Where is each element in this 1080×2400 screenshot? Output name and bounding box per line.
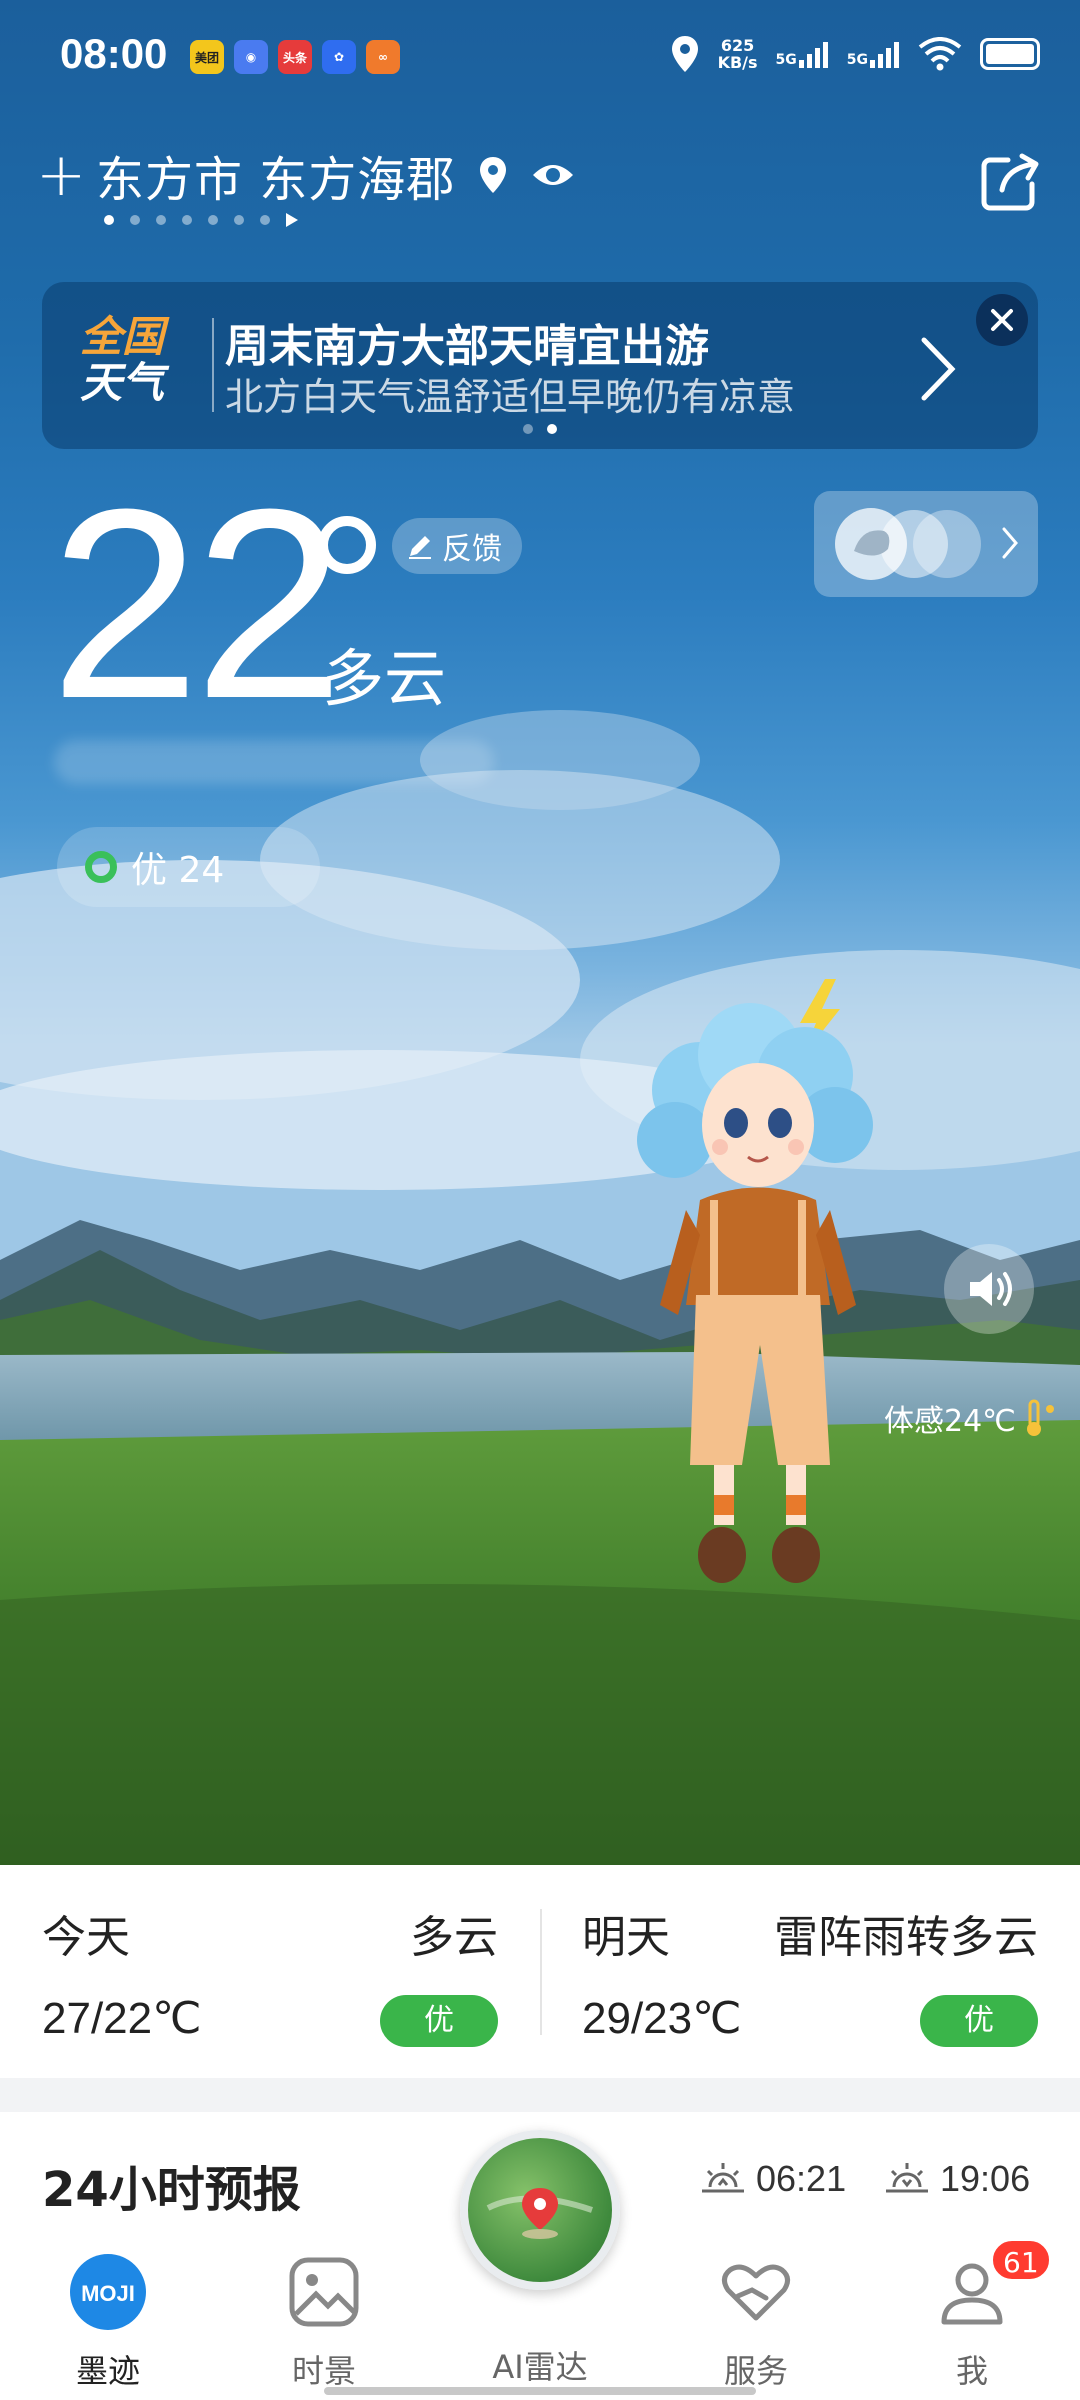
thermometer-sun-icon (1026, 1399, 1054, 1436)
day-temperature-range: 29/23℃ (582, 1994, 742, 2043)
banner-subtitle: 北方白天气温舒适但早晚仍有凉意 (225, 375, 796, 419)
national-weather-logo: 全国 天气 (80, 312, 165, 407)
city-name[interactable]: 东方市 东方海郡 (96, 140, 455, 210)
signal-2-icon: 5G (847, 40, 900, 68)
today-forecast[interactable]: 今天 多云 27/22℃ 优 (0, 1865, 540, 2078)
page-dot (156, 215, 166, 225)
ai-radar-button[interactable] (460, 2130, 620, 2290)
close-icon[interactable] (976, 294, 1028, 346)
section-title: 24小时预报 (42, 2162, 301, 2218)
wifi-icon (918, 37, 962, 71)
banner-page-indicator (523, 424, 557, 434)
weather-scene-background (0, 0, 1080, 1865)
eye-icon[interactable] (531, 153, 575, 197)
weather-character-illustration (637, 979, 873, 1583)
sunrise-time: 06:21 (700, 2158, 846, 2200)
share-icon[interactable] (978, 148, 1044, 214)
add-city-button[interactable]: + (36, 145, 90, 205)
nav-label: 我 (955, 2352, 988, 2390)
sunrise-icon (702, 2163, 744, 2193)
day-label: 今天 (42, 1912, 130, 1963)
nav-label: 服务 (723, 2352, 788, 2390)
national-weather-banner[interactable]: 全国 天气 周末南方大部天晴宜出游 北方白天气温舒适但早晚仍有凉意 (42, 282, 1038, 449)
feels-like: 体感24℃ (884, 1396, 1058, 1440)
location-icon (480, 157, 507, 193)
banner-title: 周末南方大部天晴宜出游 (225, 321, 709, 372)
toutiao-icon: 头条 (278, 40, 312, 74)
degree-symbol (318, 516, 376, 574)
pencil-icon (409, 536, 431, 559)
speaker-button[interactable] (944, 1244, 1034, 1334)
day-label: 明天 (582, 1912, 670, 1963)
aqi-badge: 优 (380, 1995, 498, 2047)
location-pin-icon (671, 36, 698, 72)
nav-tab-services[interactable]: 服务 (676, 2252, 836, 2392)
chevron-right-icon (921, 337, 956, 401)
chevron-right-icon (1002, 527, 1018, 559)
banner-divider (212, 318, 214, 412)
notification-icons: 美团 ◉ 头条 ✿ ∞ (190, 40, 400, 74)
aqi-ring-icon (85, 851, 117, 883)
clock: 08:00 (60, 30, 168, 77)
heart-hand-icon (722, 2264, 790, 2321)
speaker-icon (970, 1272, 1012, 1306)
meituan-icon: 美团 (190, 40, 224, 74)
day-condition: 雷阵雨转多云 (774, 1912, 1038, 1963)
nav-label: AI雷达 (492, 2348, 588, 2386)
sunset-time: 19:06 (884, 2158, 1030, 2200)
avatar-switcher[interactable] (814, 491, 1038, 597)
network-speed: 625 KB/s (717, 36, 758, 72)
status-bar: 08:00 美团 ◉ 头条 ✿ ∞ 625 KB/s 5G 5G (0, 0, 1080, 120)
app-orange-icon: ∞ (366, 40, 400, 74)
avatar-stack-icon (835, 508, 981, 580)
page-dot (104, 215, 114, 225)
page-dot (208, 215, 218, 225)
location-arrow-icon (286, 213, 298, 227)
day-temperature-range: 27/22℃ (42, 1994, 202, 2043)
system-icons: 625 KB/s 5G 5G (670, 34, 1040, 74)
page-dot (260, 215, 270, 225)
baidu-icon: ✿ (322, 40, 356, 74)
app-icon: ◉ (234, 40, 268, 74)
map-pin-icon (486, 2188, 593, 2239)
current-temperature: 22 (50, 454, 344, 755)
feedback-button[interactable]: 反馈 (392, 518, 522, 574)
notification-badge: 61 (990, 2238, 1052, 2282)
current-condition: 多云 (322, 642, 447, 715)
page-dot (182, 215, 192, 225)
page-dot (547, 424, 557, 434)
daily-forecast-card: 今天 多云 27/22℃ 优 明天 雷阵雨转多云 29/23℃ 优 (0, 1865, 1080, 2078)
nav-label: 墨迹 (75, 2352, 140, 2390)
image-icon (289, 2257, 359, 2327)
nav-tab-moji[interactable]: MOJI 墨迹 (28, 2252, 188, 2392)
tomorrow-forecast[interactable]: 明天 雷阵雨转多云 29/23℃ 优 (540, 1865, 1080, 2078)
svg-text:MOJI: MOJI (81, 2281, 135, 2306)
air-quality-pill[interactable]: 优 24 (57, 827, 320, 907)
page-dot (130, 215, 140, 225)
nav-tab-scenery[interactable]: 时景 (244, 2252, 404, 2392)
battery-icon (980, 38, 1040, 70)
moji-logo-icon: MOJI (70, 2254, 146, 2330)
blurred-description (54, 740, 494, 784)
sunset-icon (886, 2163, 928, 2193)
city-page-indicator (104, 213, 298, 227)
signal-1-icon: 5G (776, 40, 829, 68)
nav-label: 时景 (291, 2352, 356, 2390)
page-dot (523, 424, 533, 434)
aqi-badge: 优 (920, 1995, 1038, 2047)
city-header: + 东方市 东方海郡 (36, 140, 575, 210)
home-indicator[interactable] (324, 2387, 756, 2395)
page-dot (234, 215, 244, 225)
day-condition: 多云 (410, 1912, 498, 1963)
